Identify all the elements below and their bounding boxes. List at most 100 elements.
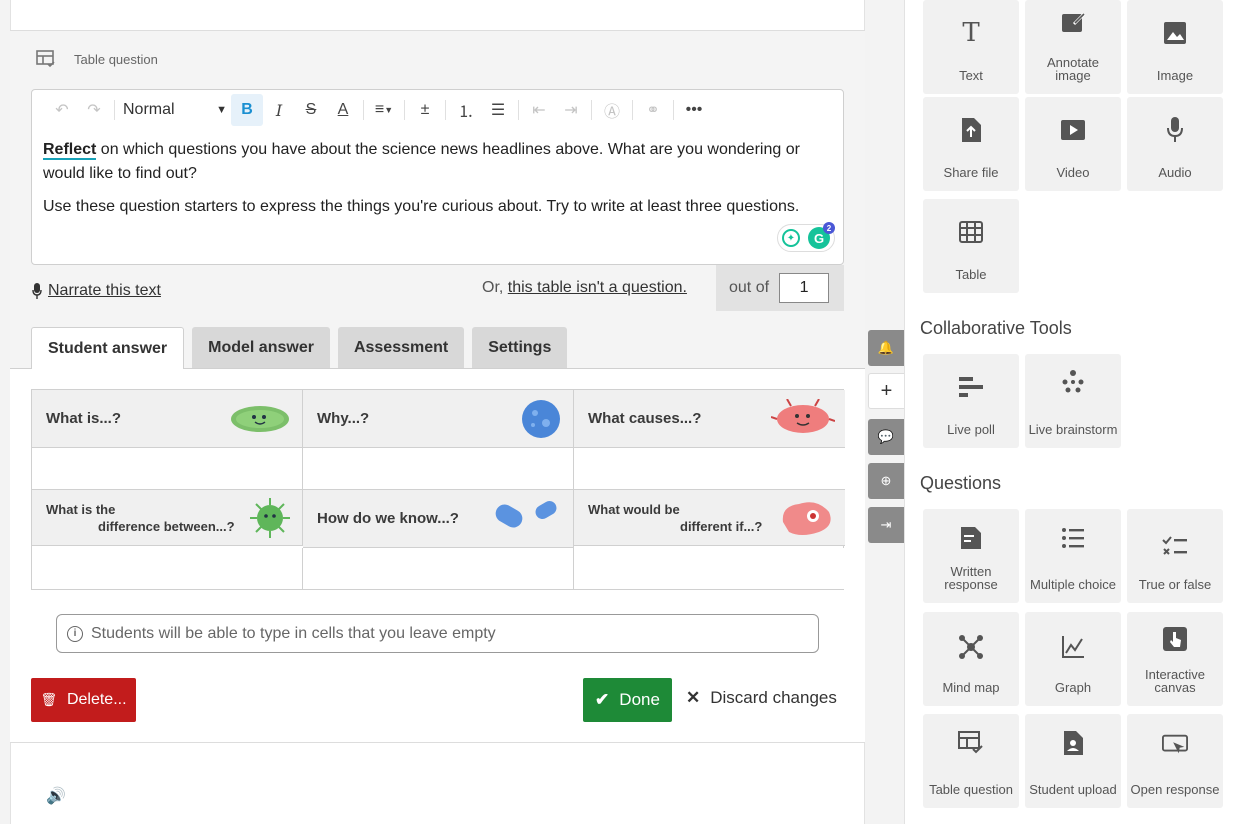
toolbar-divider — [114, 100, 115, 120]
tile-table[interactable]: Table — [923, 199, 1019, 293]
page: Table question ↶ ↷ Normal ▼ B I S A ≡ ▼ ± … — [0, 0, 1239, 824]
notification-bell-icon[interactable]: 🔔 — [868, 330, 904, 366]
speaker-icon[interactable]: 🔊 — [46, 786, 66, 806]
video-icon — [1060, 117, 1086, 143]
tile-open-response[interactable]: Open response — [1127, 714, 1223, 808]
tile-live-poll[interactable]: Live poll — [923, 354, 1019, 448]
toolbar-divider — [445, 100, 446, 120]
tile-label: Audio — [1158, 165, 1192, 180]
link-button[interactable]: ⚭ — [637, 94, 669, 126]
outdent-button[interactable]: ⇤ — [523, 94, 555, 126]
points-input[interactable]: 1 — [779, 273, 830, 303]
table-answer-cell[interactable] — [574, 448, 845, 490]
toolbar-divider — [363, 100, 364, 120]
discard-label: Discard changes — [710, 688, 837, 707]
tile-graph[interactable]: Graph — [1025, 612, 1121, 706]
tile-label: Share file — [943, 165, 999, 180]
tile-live-brainstorm[interactable]: Live brainstorm — [1025, 354, 1121, 448]
undo-icon[interactable]: ↶ — [46, 94, 78, 126]
image-icon — [1162, 20, 1188, 46]
text-style-select[interactable]: Normal ▼ — [119, 101, 231, 119]
tile-mind-map[interactable]: Mind map — [923, 612, 1019, 706]
bullet-list-button[interactable]: ☰ — [482, 94, 514, 126]
tab-model-answer[interactable]: Model answer — [192, 327, 330, 368]
question-type-label: Table question — [74, 51, 158, 67]
header-text-line1: What would be — [588, 501, 680, 517]
header-text-line2: difference between...? — [98, 518, 235, 534]
table-header-cell[interactable]: What is the difference between...? — [32, 490, 303, 546]
text-color-button[interactable]: A — [327, 94, 359, 126]
written-icon — [958, 525, 984, 551]
rich-text-editor[interactable]: ↶ ↷ Normal ▼ B I S A ≡ ▼ ± ⒈ ☰ ⇤ ⇥ Ⓐ ⚭ ••• — [31, 89, 844, 265]
discard-changes-button[interactable]: ✕ Discard changes — [686, 688, 837, 708]
tile-multiple-choice[interactable]: Multiple choice — [1025, 509, 1121, 603]
not-question-link[interactable]: this table isn't a question. — [508, 279, 687, 296]
tab-assessment[interactable]: Assessment — [337, 327, 465, 368]
tile-label: Written response — [944, 564, 998, 592]
tile-table-question[interactable]: Table question — [923, 714, 1019, 808]
tile-true-or-false[interactable]: True or false — [1127, 509, 1223, 603]
paragraph-1-text: on which questions you have about the sc… — [43, 141, 800, 182]
toolbar-divider — [632, 100, 633, 120]
table-answer-cell[interactable] — [303, 548, 574, 589]
true-false-icon — [1162, 533, 1188, 559]
tile-label: Image — [1156, 68, 1194, 83]
grammarly-icon[interactable]: G2 — [808, 222, 835, 249]
tile-audio[interactable]: Audio — [1127, 97, 1223, 191]
table-header-cell[interactable]: What is...? — [32, 390, 303, 448]
table-question-icon — [36, 50, 55, 68]
narrate-link[interactable]: Narrate this text — [32, 282, 161, 300]
table-header-cell[interactable]: How do we know...? — [303, 490, 574, 548]
tab-settings[interactable]: Settings — [472, 327, 568, 368]
text-icon: T — [962, 17, 980, 48]
done-button[interactable]: ✔ Done — [583, 678, 672, 722]
green-bacteria-icon — [231, 405, 289, 432]
tile-text[interactable]: T Text — [923, 0, 1019, 94]
grammarly-count-badge: 2 — [823, 222, 835, 234]
table-answer-cell[interactable] — [32, 448, 303, 490]
table-answer-cell[interactable] — [32, 548, 303, 589]
toolbar-divider — [673, 100, 674, 120]
clear-format-button[interactable]: Ⓐ — [596, 94, 628, 126]
upload-icon — [1060, 730, 1086, 756]
globe-icon[interactable]: ⊕ — [868, 463, 904, 499]
not-question-text: Or, this table isn't a question. — [482, 279, 687, 297]
tab-student-answer[interactable]: Student answer — [31, 327, 185, 369]
italic-button[interactable]: I — [263, 94, 295, 126]
strikethrough-button[interactable]: S — [295, 94, 327, 126]
tile-label: True or false — [1138, 577, 1212, 592]
tile-written-response[interactable]: Written response — [923, 509, 1019, 603]
tile-image[interactable]: Image — [1127, 0, 1223, 94]
tile-student-upload[interactable]: Student upload — [1025, 714, 1121, 808]
table-header-cell[interactable]: Why...? — [303, 390, 574, 448]
indent-button[interactable]: ⇥ — [555, 94, 587, 126]
collapse-panel-icon[interactable]: ⇥ — [868, 507, 904, 543]
toolbar-divider — [518, 100, 519, 120]
header-text: Why...? — [317, 410, 370, 427]
table-answer-cell[interactable] — [303, 448, 574, 490]
formula-button[interactable]: ± — [409, 94, 441, 126]
comments-icon[interactable]: 💬 — [868, 419, 904, 455]
editor-content[interactable]: Reflect on which questions you have abou… — [32, 130, 843, 219]
tile-share-file[interactable]: Share file — [923, 97, 1019, 191]
table-icon — [958, 219, 984, 245]
tile-interactive-canvas[interactable]: Interactive canvas — [1127, 612, 1223, 706]
add-content-tab-icon[interactable]: + — [868, 373, 904, 409]
delete-button[interactable]: 🗑 Delete... — [31, 678, 136, 722]
table-header-cell[interactable]: What would be different if...? — [574, 490, 845, 546]
bold-button[interactable]: B — [231, 94, 263, 126]
tile-video[interactable]: Video — [1025, 97, 1121, 191]
more-options-button[interactable]: ••• — [678, 94, 710, 126]
table-header-cell[interactable]: What causes...? — [574, 390, 845, 448]
table-answer-cell[interactable] — [574, 548, 845, 589]
align-button[interactable]: ≡ ▼ — [368, 94, 400, 126]
ordered-list-button[interactable]: ⒈ — [450, 94, 482, 126]
microphone-icon — [1162, 117, 1188, 143]
redo-icon[interactable]: ↷ — [78, 94, 110, 126]
paragraph-1: Reflect on which questions you have abou… — [43, 138, 832, 186]
answer-tabs: Student answer Model answer Assessment S… — [31, 327, 568, 369]
tile-annotate-image[interactable]: Annotate image — [1025, 0, 1121, 94]
grammarly-widget[interactable]: ✦ G2 — [777, 222, 835, 252]
tile-label: Table question — [929, 782, 1013, 797]
lightbulb-icon[interactable]: ✦ — [782, 229, 800, 247]
